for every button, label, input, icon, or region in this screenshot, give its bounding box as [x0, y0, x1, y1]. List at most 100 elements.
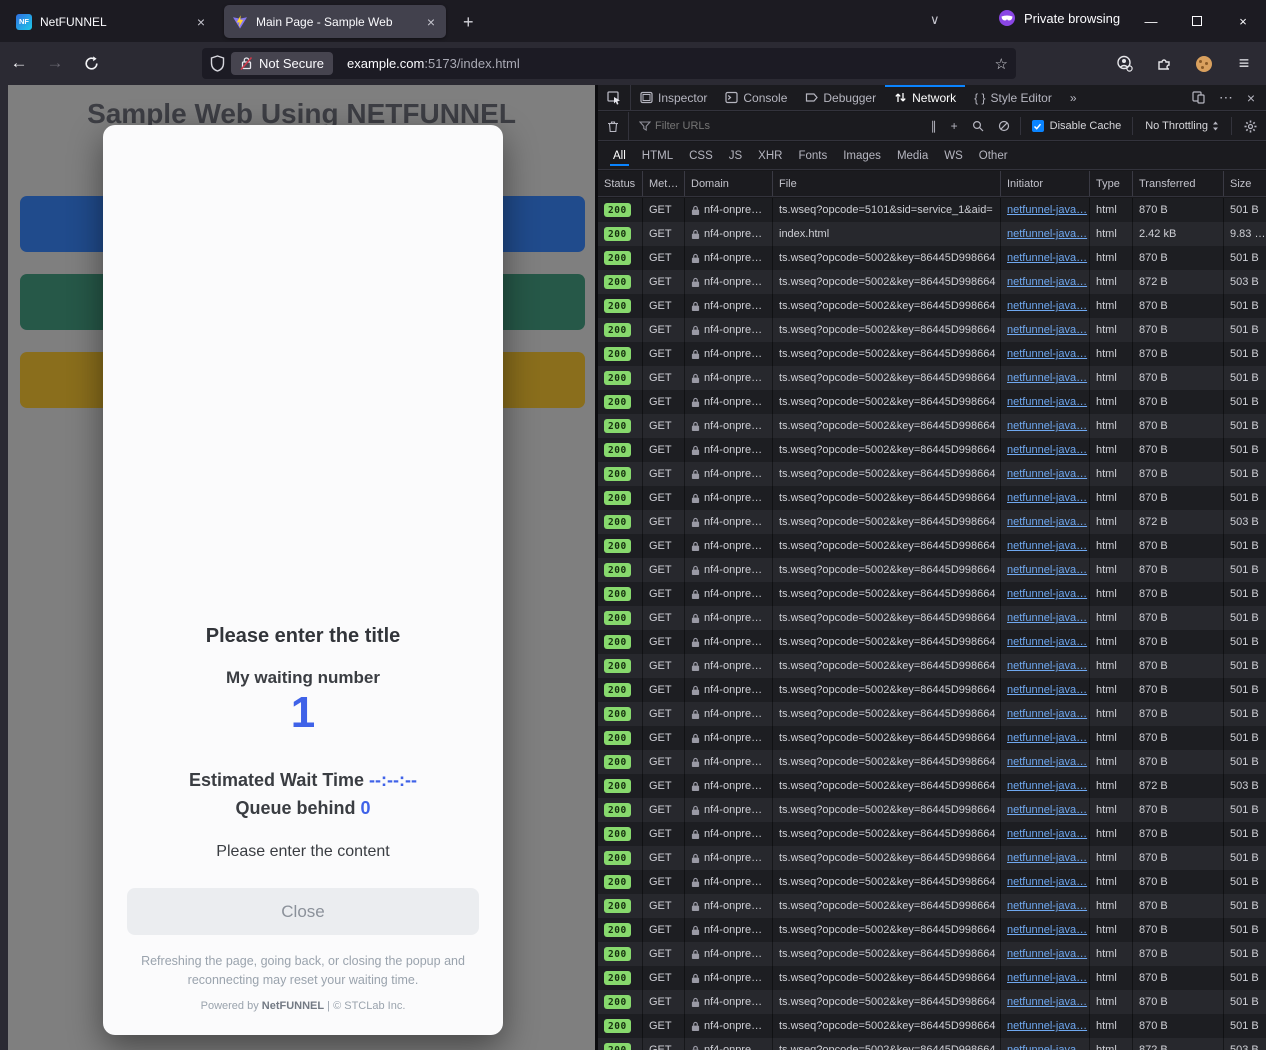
initiator-link[interactable]: netfunnel-java…	[1007, 708, 1087, 720]
table-row[interactable]: 200GETnf4-onpre…ts.wseq?opcode=5002&key=…	[598, 774, 1266, 798]
modal-close-button[interactable]: Close	[127, 888, 479, 935]
bookmark-star-icon[interactable]: ☆	[995, 55, 1008, 73]
initiator-link[interactable]: netfunnel-java…	[1007, 612, 1087, 624]
column-header-status[interactable]: Status	[598, 171, 643, 196]
tab-debugger[interactable]: Debugger	[796, 85, 885, 110]
initiator-link[interactable]: netfunnel-java…	[1007, 828, 1087, 840]
table-row[interactable]: 200GETnf4-onpre…ts.wseq?opcode=5002&key=…	[598, 654, 1266, 678]
initiator-link[interactable]: netfunnel-java…	[1007, 468, 1087, 480]
table-row[interactable]: 200GETnf4-onpre…ts.wseq?opcode=5002&key=…	[598, 1038, 1266, 1050]
type-filter-all[interactable]: All	[606, 146, 633, 166]
tab-close-icon[interactable]: ×	[424, 14, 438, 30]
throttling-select[interactable]: No Throttling	[1136, 120, 1228, 132]
hamburger-menu-icon[interactable]: ≡	[1230, 50, 1258, 78]
initiator-link[interactable]: netfunnel-java…	[1007, 684, 1087, 696]
not-secure-chip[interactable]: Not Secure	[231, 52, 333, 75]
tab-main-page[interactable]: Main Page - Sample Web ×	[224, 5, 446, 38]
initiator-link[interactable]: netfunnel-java…	[1007, 1020, 1087, 1032]
new-tab-button[interactable]: +	[456, 10, 481, 35]
initiator-link[interactable]: netfunnel-java…	[1007, 756, 1087, 768]
initiator-link[interactable]: netfunnel-java…	[1007, 324, 1087, 336]
pause-icon[interactable]: ∥	[924, 119, 944, 133]
initiator-link[interactable]: netfunnel-java…	[1007, 636, 1087, 648]
initiator-link[interactable]: netfunnel-java…	[1007, 876, 1087, 888]
type-filter-xhr[interactable]: XHR	[751, 146, 789, 166]
table-row[interactable]: 200GETnf4-onpre…ts.wseq?opcode=5002&key=…	[598, 534, 1266, 558]
initiator-link[interactable]: netfunnel-java…	[1007, 300, 1087, 312]
table-row[interactable]: 200GETnf4-onpre…ts.wseq?opcode=5002&key=…	[598, 318, 1266, 342]
filter-urls-input[interactable]	[655, 120, 905, 132]
type-filter-css[interactable]: CSS	[682, 146, 720, 166]
table-row[interactable]: 200GETnf4-onpre…ts.wseq?opcode=5002&key=…	[598, 438, 1266, 462]
table-row[interactable]: 200GETnf4-onpre…ts.wseq?opcode=5002&key=…	[598, 870, 1266, 894]
initiator-link[interactable]: netfunnel-java…	[1007, 396, 1087, 408]
table-row[interactable]: 200GETnf4-onpre…ts.wseq?opcode=5002&key=…	[598, 606, 1266, 630]
type-filter-media[interactable]: Media	[890, 146, 935, 166]
tab-console[interactable]: Console	[716, 85, 796, 110]
table-row[interactable]: 200GETnf4-onpre…ts.wseq?opcode=5002&key=…	[598, 678, 1266, 702]
table-row[interactable]: 200GETnf4-onpre…ts.wseq?opcode=5002&key=…	[598, 822, 1266, 846]
initiator-link[interactable]: netfunnel-java…	[1007, 924, 1087, 936]
type-filter-html[interactable]: HTML	[635, 146, 680, 166]
column-header-file[interactable]: File	[773, 171, 1001, 196]
block-icon[interactable]	[991, 120, 1017, 132]
tab-netfunnel[interactable]: NF NetFUNNEL ×	[8, 5, 216, 38]
disable-cache-checkbox[interactable]	[1032, 120, 1044, 132]
initiator-link[interactable]: netfunnel-java…	[1007, 852, 1087, 864]
initiator-link[interactable]: netfunnel-java…	[1007, 492, 1087, 504]
initiator-link[interactable]: netfunnel-java…	[1007, 516, 1087, 528]
table-row[interactable]: 200GETnf4-onpre…ts.wseq?opcode=5002&key=…	[598, 798, 1266, 822]
column-header-method[interactable]: Met…	[643, 171, 685, 196]
column-header-transferred[interactable]: Transferred	[1133, 171, 1224, 196]
table-row[interactable]: 200GETnf4-onpre…ts.wseq?opcode=5002&key=…	[598, 942, 1266, 966]
responsive-mode-icon[interactable]	[1187, 91, 1210, 104]
url-bar[interactable]: Not Secure example.com:5173/index.html ☆	[202, 48, 1016, 79]
table-row[interactable]: 200GETnf4-onpre…ts.wseq?opcode=5002&key=…	[598, 246, 1266, 270]
initiator-link[interactable]: netfunnel-java…	[1007, 660, 1087, 672]
table-row[interactable]: 200GETnf4-onpre…ts.wseq?opcode=5002&key=…	[598, 510, 1266, 534]
initiator-link[interactable]: netfunnel-java…	[1007, 276, 1087, 288]
table-row[interactable]: 200GETnf4-onpre…ts.wseq?opcode=5002&key=…	[598, 486, 1266, 510]
column-header-initiator[interactable]: Initiator	[1001, 171, 1090, 196]
window-close-button[interactable]: ×	[1220, 0, 1266, 42]
initiator-link[interactable]: netfunnel-java…	[1007, 948, 1087, 960]
initiator-link[interactable]: netfunnel-java…	[1007, 900, 1087, 912]
table-row[interactable]: 200GETnf4-onpre…ts.wseq?opcode=5002&key=…	[598, 558, 1266, 582]
initiator-link[interactable]: netfunnel-java…	[1007, 972, 1087, 984]
initiator-link[interactable]: netfunnel-java…	[1007, 780, 1087, 792]
table-row[interactable]: 200GETnf4-onpre…ts.wseq?opcode=5002&key=…	[598, 366, 1266, 390]
initiator-link[interactable]: netfunnel-java…	[1007, 204, 1087, 216]
initiator-link[interactable]: netfunnel-java…	[1007, 252, 1087, 264]
initiator-link[interactable]: netfunnel-java…	[1007, 372, 1087, 384]
initiator-link[interactable]: netfunnel-java…	[1007, 804, 1087, 816]
cookie-extension-icon[interactable]	[1190, 50, 1218, 78]
tab-close-icon[interactable]: ×	[194, 14, 208, 30]
table-row[interactable]: 200GETnf4-onpre…index.htmlnetfunnel-java…	[598, 222, 1266, 246]
forward-button[interactable]: →	[40, 48, 70, 78]
reload-button[interactable]	[76, 48, 106, 78]
tab-inspector[interactable]: Inspector	[631, 85, 716, 110]
initiator-link[interactable]: netfunnel-java…	[1007, 1044, 1087, 1050]
table-row[interactable]: 200GETnf4-onpre…ts.wseq?opcode=5002&key=…	[598, 390, 1266, 414]
initiator-link[interactable]: netfunnel-java…	[1007, 996, 1087, 1008]
type-filter-ws[interactable]: WS	[937, 146, 970, 166]
initiator-link[interactable]: netfunnel-java…	[1007, 564, 1087, 576]
shield-icon[interactable]	[210, 55, 225, 72]
table-row[interactable]: 200GETnf4-onpre…ts.wseq?opcode=5002&key=…	[598, 414, 1266, 438]
table-row[interactable]: 200GETnf4-onpre…ts.wseq?opcode=5002&key=…	[598, 894, 1266, 918]
network-settings-button[interactable]	[1235, 120, 1266, 133]
minimize-button[interactable]: —	[1128, 0, 1174, 42]
table-row[interactable]: 200GETnf4-onpre…ts.wseq?opcode=5002&key=…	[598, 342, 1266, 366]
devtools-close-icon[interactable]: ×	[1242, 90, 1260, 106]
table-row[interactable]: 200GETnf4-onpre…ts.wseq?opcode=5002&key=…	[598, 702, 1266, 726]
table-row[interactable]: 200GETnf4-onpre…ts.wseq?opcode=5002&key=…	[598, 750, 1266, 774]
table-row[interactable]: 200GETnf4-onpre…ts.wseq?opcode=5002&key=…	[598, 990, 1266, 1014]
table-row[interactable]: 200GETnf4-onpre…ts.wseq?opcode=5002&key=…	[598, 1014, 1266, 1038]
add-icon[interactable]: +	[944, 119, 965, 133]
table-row[interactable]: 200GETnf4-onpre…ts.wseq?opcode=5002&key=…	[598, 726, 1266, 750]
table-row[interactable]: 200GETnf4-onpre…ts.wseq?opcode=5002&key=…	[598, 294, 1266, 318]
initiator-link[interactable]: netfunnel-java…	[1007, 348, 1087, 360]
extensions-puzzle-icon[interactable]	[1150, 50, 1178, 78]
table-row[interactable]: 200GETnf4-onpre…ts.wseq?opcode=5002&key=…	[598, 918, 1266, 942]
tab-overflow-chevron-icon[interactable]: ∨	[922, 10, 948, 30]
